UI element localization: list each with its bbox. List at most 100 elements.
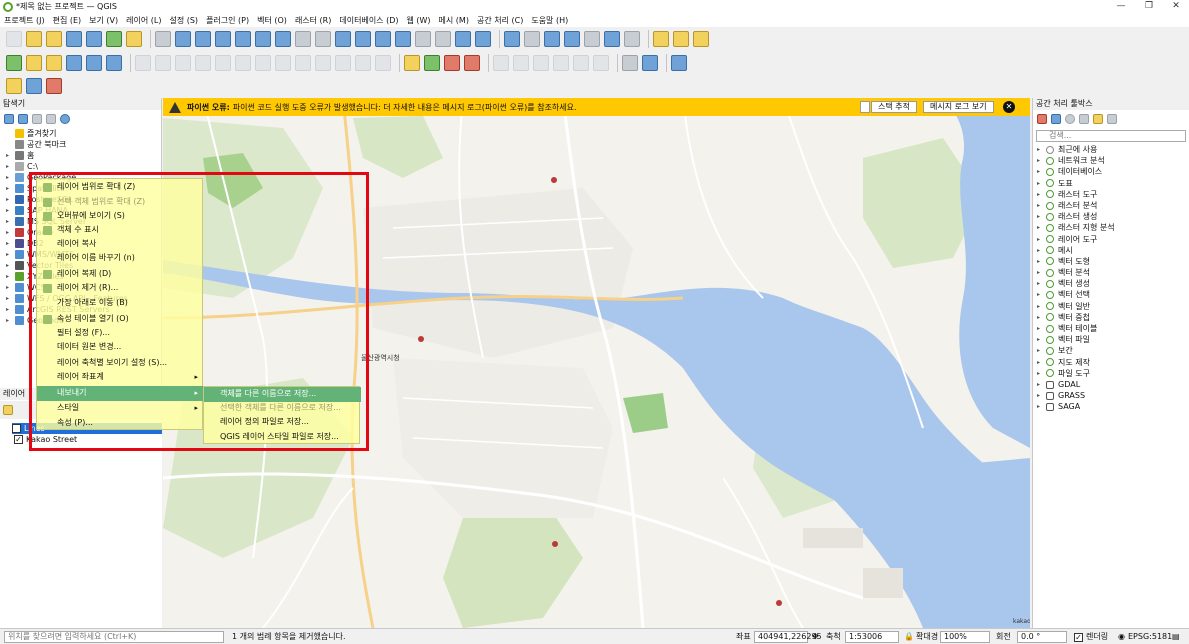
toolbar-tool-icon[interactable]	[444, 55, 460, 71]
toolbar-tool-icon[interactable]	[155, 55, 171, 71]
toolbar-tool-icon[interactable]	[255, 31, 271, 47]
toolbar-tool-icon[interactable]	[26, 55, 42, 71]
collapse-all-icon[interactable]	[46, 114, 56, 124]
toolbar-tool-icon[interactable]	[375, 55, 391, 71]
expand-icon[interactable]: ▸	[1037, 401, 1043, 412]
menu-item[interactable]: 웹 (W)	[406, 15, 430, 26]
menu-item[interactable]: 편집 (E)	[53, 15, 82, 26]
restore-button[interactable]: ❐	[1135, 0, 1163, 13]
error-menu-icon[interactable]	[860, 101, 870, 113]
coord-field[interactable]: 404941,226295	[754, 631, 822, 643]
style-icon[interactable]	[3, 405, 13, 415]
add-selected-icon[interactable]	[4, 114, 14, 124]
expand-icon[interactable]: ▸	[6, 205, 12, 216]
rotation-field[interactable]: 0.0 °	[1017, 631, 1067, 643]
toolbar-tool-icon[interactable]	[6, 55, 22, 71]
processing-group[interactable]: ▸ GDAL	[1037, 379, 1187, 390]
toolbar-tool-icon[interactable]	[255, 55, 271, 71]
processing-search-input[interactable]: 검색...	[1036, 130, 1186, 142]
menu-item[interactable]: 래스터 (R)	[295, 15, 331, 26]
expand-icon[interactable]: ▸	[6, 249, 12, 260]
expand-icon[interactable]: ▸	[1037, 155, 1043, 166]
toolbar-tool-icon[interactable]	[604, 31, 620, 47]
menu-item[interactable]: 프로젝트 (J)	[4, 15, 45, 26]
toolbar-tool-icon[interactable]	[275, 31, 291, 47]
processing-group[interactable]: ▸ SAGA	[1037, 401, 1187, 412]
toolbar-tool-icon[interactable]	[464, 55, 480, 71]
results-icon[interactable]	[1079, 114, 1089, 124]
toolbar-tool-icon[interactable]	[693, 31, 709, 47]
processing-group[interactable]: ▸ 네트워크 분석	[1037, 155, 1187, 166]
processing-group[interactable]: ▸ 레이어 도구	[1037, 234, 1187, 245]
expand-icon[interactable]: ▸	[1037, 357, 1043, 368]
history-icon[interactable]	[1065, 114, 1075, 124]
toolbar-tool-icon[interactable]	[215, 31, 231, 47]
crs-globe-icon[interactable]: ◉	[1118, 631, 1125, 643]
options-icon[interactable]	[1107, 114, 1117, 124]
processing-group[interactable]: ▸ 보간	[1037, 345, 1187, 356]
refresh-icon[interactable]	[18, 114, 28, 124]
close-error-icon[interactable]: ✕	[1003, 101, 1015, 113]
expand-icon[interactable]: ▸	[1037, 312, 1043, 323]
menu-item[interactable]: 메시 (M)	[439, 15, 469, 26]
expand-icon[interactable]: ▸	[1037, 211, 1043, 222]
processing-group[interactable]: ▸ 도표	[1037, 178, 1187, 189]
toolbar-tool-icon[interactable]	[215, 55, 231, 71]
edit-features-icon[interactable]	[1093, 114, 1103, 124]
expand-icon[interactable]: ▸	[6, 172, 12, 183]
filter-icon[interactable]	[32, 114, 42, 124]
processing-group[interactable]: ▸ 지도 제작	[1037, 357, 1187, 368]
toolbar-tool-icon[interactable]	[544, 31, 560, 47]
toolbar-tool-icon[interactable]	[6, 31, 22, 47]
processing-group[interactable]: ▸ 래스터 도구	[1037, 189, 1187, 200]
browser-item[interactable]: ▸ C:\	[0, 161, 161, 172]
toolbar-tool-icon[interactable]	[475, 31, 491, 47]
layer-checkbox[interactable]: ✓	[12, 424, 21, 433]
expand-icon[interactable]: ▸	[1037, 289, 1043, 300]
expand-icon[interactable]: ▸	[1037, 200, 1043, 211]
toolbar-tool-icon[interactable]	[275, 55, 291, 71]
processing-group[interactable]: ▸ 벡터 테이블	[1037, 323, 1187, 334]
toolbar-tool-icon[interactable]	[295, 55, 311, 71]
processing-group[interactable]: ▸ 벡터 생성	[1037, 278, 1187, 289]
toolbar-tool-icon[interactable]	[46, 31, 62, 47]
menu-item[interactable]: 보기 (V)	[89, 15, 118, 26]
expand-icon[interactable]: ▸	[1037, 222, 1043, 233]
browser-item[interactable]: ▸ 홈	[0, 150, 161, 161]
expand-icon[interactable]: ▸	[1037, 390, 1043, 401]
toolbar-tool-icon[interactable]	[424, 55, 440, 71]
expand-icon[interactable]: ▸	[1037, 323, 1043, 334]
expand-icon[interactable]: ▸	[6, 304, 12, 315]
toolbar-tool-icon[interactable]	[46, 78, 62, 94]
toolbar-tool-icon[interactable]	[673, 31, 689, 47]
expand-icon[interactable]: ▸	[6, 227, 12, 238]
toolbar-tool-icon[interactable]	[533, 55, 549, 71]
expand-icon[interactable]: ▸	[6, 150, 12, 161]
toolbar-tool-icon[interactable]	[155, 31, 171, 47]
processing-group[interactable]: ▸ 벡터 분석	[1037, 267, 1187, 278]
menu-item[interactable]: 설정 (S)	[169, 15, 198, 26]
toolbar-tool-icon[interactable]	[26, 31, 42, 47]
processing-group[interactable]: ▸ 벡터 중첩	[1037, 312, 1187, 323]
view-log-button[interactable]: 메시지 로그 보기	[923, 101, 994, 113]
processing-group[interactable]: ▸ 최근에 사용	[1037, 144, 1187, 155]
processing-group[interactable]: ▸ 벡터 선택	[1037, 289, 1187, 300]
menu-item[interactable]: 벡터 (O)	[257, 15, 287, 26]
processing-group[interactable]: ▸ 래스터 지형 분석	[1037, 222, 1187, 233]
menu-item[interactable]: 데이터베이스 (D)	[339, 15, 398, 26]
toolbar-tool-icon[interactable]	[415, 31, 431, 47]
processing-group[interactable]: ▸ GRASS	[1037, 390, 1187, 401]
expand-icon[interactable]: ▸	[1037, 144, 1043, 155]
expand-icon[interactable]: ▸	[6, 271, 12, 282]
layer-checkbox[interactable]: ✓	[14, 435, 23, 444]
toolbar-tool-icon[interactable]	[624, 31, 640, 47]
toolbar-tool-icon[interactable]	[175, 31, 191, 47]
toolbar-tool-icon[interactable]	[106, 55, 122, 71]
expand-icon[interactable]: ▸	[1037, 234, 1043, 245]
expand-icon[interactable]: ▸	[6, 238, 12, 249]
toolbar-tool-icon[interactable]	[235, 55, 251, 71]
scale-field[interactable]: 1:53006	[845, 631, 899, 643]
toolbar-tool-icon[interactable]	[553, 55, 569, 71]
expand-icon[interactable]: ▸	[6, 260, 12, 271]
expand-icon[interactable]: ▸	[1037, 368, 1043, 379]
